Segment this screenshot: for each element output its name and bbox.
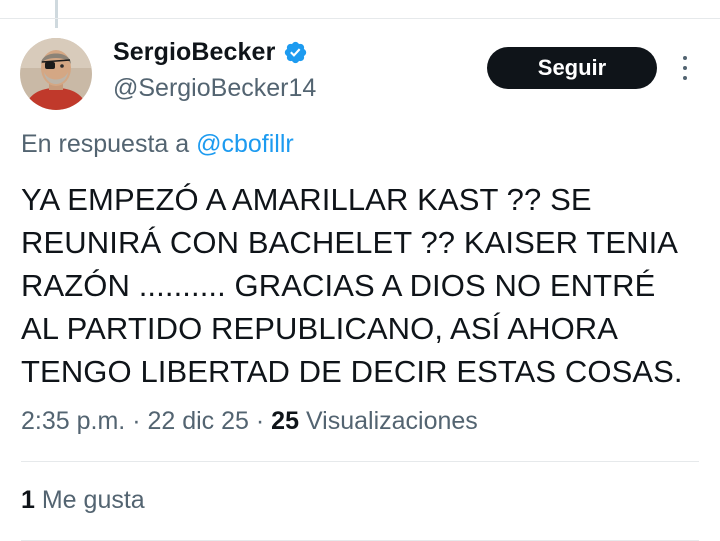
meta-separator: · (132, 407, 141, 435)
reply-context-prefix: En respuesta a (21, 130, 190, 158)
divider (21, 461, 699, 462)
verified-badge-icon (283, 40, 308, 65)
likes-count: 1 (21, 486, 35, 514)
tweet-date[interactable]: 22 dic 25 (147, 407, 248, 435)
dot (683, 66, 687, 70)
tweet-meta: 2:35 p.m. · 22 dic 25 · 25 Visualizacion… (21, 407, 478, 436)
tweet-time[interactable]: 2:35 p.m. (21, 407, 125, 435)
views-label: Visualizaciones (305, 407, 478, 435)
likes-label: Me gusta (41, 486, 145, 514)
dot (683, 56, 687, 60)
top-divider (0, 18, 720, 19)
author-display-name[interactable]: SergioBecker (113, 38, 275, 67)
reply-mention-link[interactable]: @cbofillr (196, 130, 294, 158)
author-name-row[interactable]: SergioBecker (113, 38, 308, 67)
tweet-text: YA EMPEZÓ A AMARILLAR KAST ?? SE REUNIRÁ… (21, 182, 683, 389)
more-options-icon[interactable] (676, 56, 694, 80)
avatar-image (20, 38, 92, 110)
avatar[interactable] (20, 38, 92, 110)
views-count: 25 (271, 407, 299, 435)
thread-connector-line (55, 0, 58, 28)
dot (683, 76, 687, 80)
follow-button[interactable]: Seguir (487, 47, 657, 89)
author-handle[interactable]: @SergioBecker14 (113, 74, 316, 103)
reply-context: En respuesta a @cbofillr (21, 130, 294, 159)
likes-link[interactable]: 1 Me gusta (21, 486, 145, 515)
meta-separator: · (255, 407, 265, 435)
